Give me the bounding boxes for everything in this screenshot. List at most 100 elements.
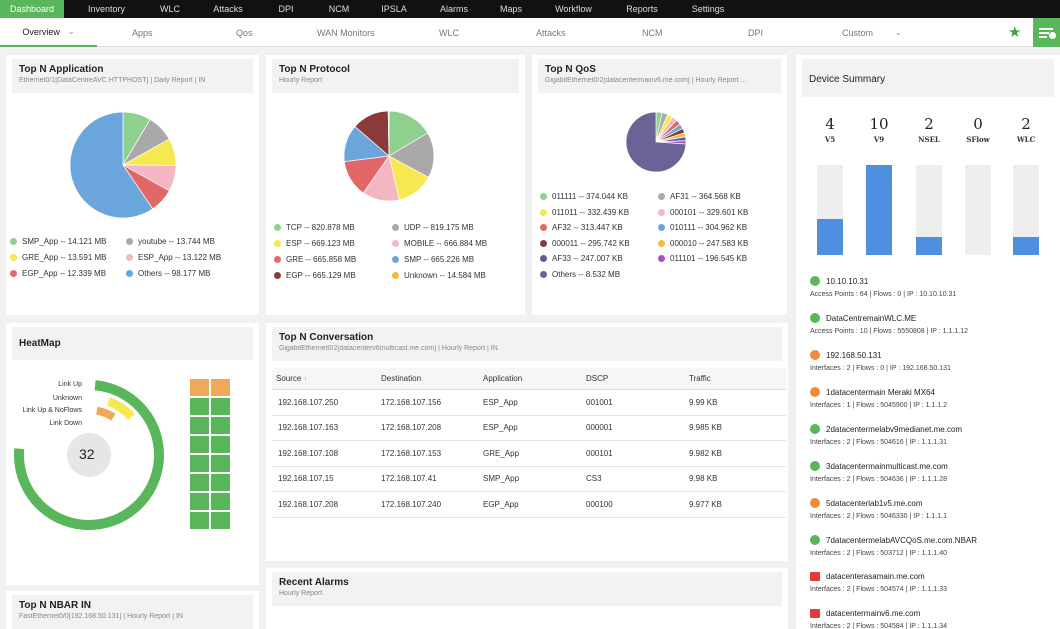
device-bar[interactable]: [866, 165, 892, 255]
heatmap-cell[interactable]: [190, 379, 209, 396]
heatmap-cell[interactable]: [211, 436, 230, 453]
nav-wlc[interactable]: WLC: [149, 0, 191, 18]
table-row[interactable]: 192.168.107.163 172.168.107.208 ESP_App 000…: [272, 416, 786, 441]
nav-inventory[interactable]: Inventory: [64, 0, 149, 18]
legend-item[interactable]: GRE_App -- 13.591 MB: [10, 253, 106, 262]
legend-item[interactable]: 000101 -- 329.601 KB: [658, 208, 748, 217]
device-item[interactable]: 5datacenterlab1v5.me.com Interfaces : 2 |…: [810, 498, 1050, 520]
device-bar[interactable]: [965, 165, 991, 255]
device-bar[interactable]: [916, 165, 942, 255]
device-item[interactable]: 2datacentermelabv9medianet.me.com Interfa…: [810, 424, 1050, 446]
widget-menu-button[interactable]: [1033, 18, 1060, 47]
tab-wan-monitors[interactable]: WAN Monitors: [317, 18, 375, 47]
heatmap-cell[interactable]: [190, 512, 209, 529]
nav-maps[interactable]: Maps: [491, 0, 531, 18]
legend-item[interactable]: 011111 -- 374.044 KB: [540, 192, 628, 201]
favorite-star-icon[interactable]: ★: [1008, 23, 1021, 41]
legend-item[interactable]: 010111 -- 304.962 KB: [658, 223, 747, 232]
heatmap-cell[interactable]: [190, 474, 209, 491]
col-source[interactable]: Source ↑: [276, 374, 307, 383]
legend-item[interactable]: 000011 -- 295.742 KB: [540, 239, 630, 248]
legend-item[interactable]: ESP -- 669.123 MB: [274, 239, 355, 248]
device-item[interactable]: 10.10.10.31 Access Points : 64 | Flows : …: [810, 276, 1050, 298]
device-item[interactable]: datacentermainv6.me.com Interfaces : 2 | …: [810, 609, 1050, 629]
nav-attacks[interactable]: Attacks: [191, 0, 265, 18]
heatmap-cell[interactable]: [211, 417, 230, 434]
nav-alarms[interactable]: Alarms: [417, 0, 491, 18]
col-traffic[interactable]: Traffic: [689, 374, 711, 383]
legend-dot: [658, 193, 665, 200]
legend-item[interactable]: MOBILE -- 666.884 MB: [392, 239, 487, 248]
device-count-nsel[interactable]: 2 NSEL: [909, 115, 949, 144]
device-item[interactable]: 1datacentermain Meraki MX64 Interfaces : …: [810, 387, 1050, 409]
device-name: 3datacentermainmulticast.me.com: [826, 461, 948, 471]
heatmap-cell[interactable]: [190, 493, 209, 510]
legend-item[interactable]: EGP -- 665.129 MB: [274, 271, 356, 280]
legend-item[interactable]: 011011 -- 332.439 KB: [540, 208, 629, 217]
legend-item[interactable]: Others -- 8.532 MB: [540, 270, 620, 279]
heatmap-cell[interactable]: [190, 417, 209, 434]
table-row[interactable]: 192.168.107.250 172.168.107.156 ESP_App 001…: [272, 390, 786, 416]
legend-item[interactable]: AF32 -- 313.447 KB: [540, 223, 623, 232]
device-bar[interactable]: [1013, 165, 1039, 255]
device-item[interactable]: DataCentremainWLC.ME Access Points : 10 |…: [810, 313, 1050, 335]
nav-settings[interactable]: Settings: [668, 0, 748, 18]
device-bar[interactable]: [817, 165, 843, 255]
device-count-v5[interactable]: 4 V5: [810, 115, 850, 144]
legend-item[interactable]: TCP -- 820.878 MB: [274, 223, 355, 232]
legend-item[interactable]: ESP_App -- 13.122 MB: [126, 253, 221, 262]
legend-item[interactable]: UDP -- 819.175 MB: [392, 223, 474, 232]
legend-item[interactable]: GRE -- 665.858 MB: [274, 255, 356, 264]
device-count-v9[interactable]: 10 V9: [859, 115, 899, 144]
tab-apps[interactable]: Apps: [132, 18, 153, 47]
legend-item[interactable]: youtube -- 13.744 MB: [126, 237, 215, 246]
legend-item[interactable]: 011101 -- 196.545 KB: [658, 254, 747, 263]
col-application[interactable]: Application: [483, 374, 522, 383]
tab-custom[interactable]: Custom ⌄: [842, 18, 902, 47]
col-destination[interactable]: Destination: [381, 374, 421, 383]
heatmap-cell[interactable]: [190, 455, 209, 472]
legend-item[interactable]: Others -- 98.177 MB: [126, 269, 210, 278]
legend-item[interactable]: Unknown -- 14.584 MB: [392, 271, 486, 280]
nav-ncm[interactable]: NCM: [307, 0, 371, 18]
table-row[interactable]: 192.168.107.15 172.168.107.41 SMP_App CS3 9.…: [272, 467, 786, 492]
legend-dot: [658, 208, 665, 216]
tab-attacks[interactable]: Attacks: [536, 18, 566, 47]
device-item[interactable]: 192.168.50.131 Interfaces : 2 | Flows : 0…: [810, 350, 1050, 372]
col-dscp[interactable]: DSCP: [586, 374, 608, 383]
nav-dashboard[interactable]: Dashboard: [0, 0, 64, 18]
legend-item[interactable]: SMP_App -- 14.121 MB: [10, 237, 106, 246]
tab-qos[interactable]: Qos: [236, 18, 253, 47]
legend-item[interactable]: EGP_App -- 12.339 MB: [10, 269, 106, 278]
heatmap-cell[interactable]: [190, 436, 209, 453]
table-row[interactable]: 192.168.107.108 172.168.107.153 GRE_App 000…: [272, 441, 786, 467]
device-details: Access Points : 10 | Flows : 5550808 | I…: [810, 328, 968, 335]
tab-wlc[interactable]: WLC: [439, 18, 459, 47]
heatmap-cell[interactable]: [211, 398, 230, 415]
device-item[interactable]: 7datacentermelabAVCQoS.me.com.NBAR Interf…: [810, 535, 1050, 557]
legend-dot: [392, 240, 399, 247]
legend-item[interactable]: SMP -- 665.226 MB: [392, 255, 474, 264]
device-count-sflow[interactable]: 0 SFlow: [958, 115, 998, 144]
heatmap-cell[interactable]: [211, 455, 230, 472]
panel-top-n-protocol: Top N Protocol Hourly Report TCP -- 820.…: [266, 55, 525, 315]
heatmap-cell[interactable]: [211, 379, 230, 396]
heatmap-cell[interactable]: [211, 493, 230, 510]
nav-ipsla[interactable]: IPSLA: [371, 0, 417, 18]
heatmap-cell[interactable]: [190, 398, 209, 415]
device-count-wlc[interactable]: 2 WLC: [1006, 115, 1046, 144]
heatmap-cell[interactable]: [211, 474, 230, 491]
heatmap-cell[interactable]: [211, 512, 230, 529]
tab-ncm[interactable]: NCM: [642, 18, 663, 47]
device-item[interactable]: 3datacentermainmulticast.me.com Interface…: [810, 461, 1050, 483]
table-row[interactable]: 192.168.107.208 172.168.107.240 EGP_App 000…: [272, 492, 786, 518]
nav-reports[interactable]: Reports: [616, 0, 668, 18]
legend-item[interactable]: 000010 -- 247.583 KB: [658, 239, 748, 248]
legend-item[interactable]: AF33 -- 247.007 KB: [540, 254, 623, 263]
tab-dpi[interactable]: DPI: [748, 18, 763, 47]
nav-workflow[interactable]: Workflow: [531, 0, 616, 18]
device-item[interactable]: datacenterasamain.me.com Interfaces : 2 |…: [810, 572, 1050, 593]
tab-overview[interactable]: Overview ⌄: [0, 18, 97, 47]
legend-item[interactable]: AF31 -- 364.568 KB: [658, 192, 741, 201]
nav-dpi[interactable]: DPI: [265, 0, 307, 18]
